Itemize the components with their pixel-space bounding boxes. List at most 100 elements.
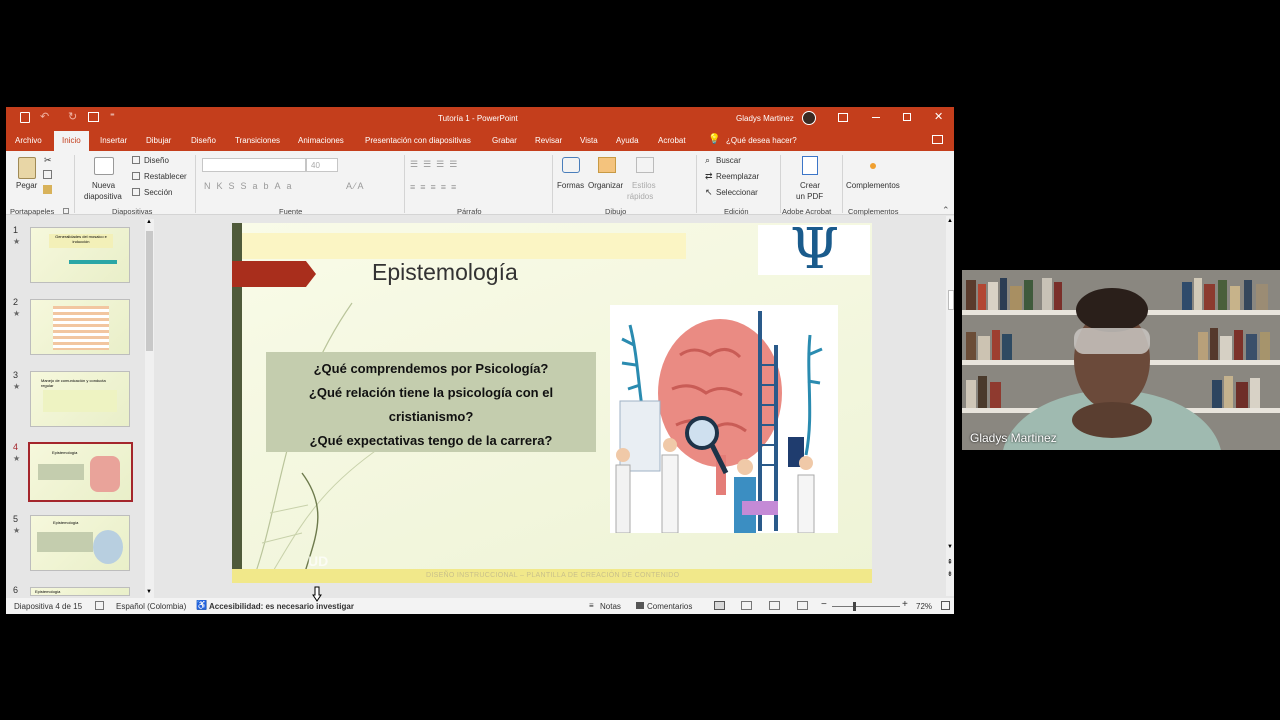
save-icon[interactable] <box>20 112 30 123</box>
create-pdf-label-2[interactable]: un PDF <box>796 192 823 201</box>
tab-diseno[interactable]: Diseño <box>191 136 216 145</box>
tab-insertar[interactable]: Insertar <box>100 136 127 145</box>
addins-icon[interactable] <box>870 163 876 169</box>
tab-vista[interactable]: Vista <box>580 136 598 145</box>
create-pdf-label-1[interactable]: Crear <box>800 181 820 190</box>
reset-button[interactable]: Restablecer <box>144 172 187 181</box>
tab-transiciones[interactable]: Transiciones <box>235 136 280 145</box>
quick-styles-label-1[interactable]: Estilos <box>632 181 656 190</box>
group-fuente: Fuente <box>279 207 303 216</box>
format-painter-icon[interactable] <box>43 185 52 194</box>
slide-thumbnail[interactable]: Epistemología <box>30 587 130 596</box>
zoom-slider-thumb[interactable] <box>853 602 856 611</box>
paste-button[interactable]: Pegar <box>16 181 37 190</box>
customize-qat-icon[interactable]: ⁼ <box>110 111 115 122</box>
replace-button[interactable]: Reemplazar <box>716 172 759 181</box>
scroll-up-icon[interactable]: ▲ <box>947 218 953 224</box>
align-icons[interactable]: ≡≡≡≡≡ <box>410 182 461 192</box>
ribbon-display-icon[interactable] <box>838 113 848 122</box>
quick-styles-icon[interactable] <box>636 157 654 173</box>
section-button[interactable]: Sección <box>144 188 172 197</box>
arrange-icon[interactable] <box>598 157 616 173</box>
close-icon[interactable]: ✕ <box>934 110 943 123</box>
slideshow-icon[interactable] <box>797 601 808 610</box>
new-slide-icon[interactable] <box>94 157 114 175</box>
new-slide-label-2[interactable]: diapositiva <box>84 192 122 201</box>
scroll-thumb[interactable] <box>146 231 153 351</box>
group-parrafo: Párrafo <box>457 207 482 216</box>
select-button[interactable]: Seleccionar <box>716 188 758 197</box>
animation-star-icon: ★ <box>13 237 21 246</box>
font-size-field[interactable]: 40 <box>306 158 338 172</box>
fit-slide-icon[interactable] <box>941 601 950 610</box>
participant-video-tile[interactable]: Gladys Martinez <box>962 270 1280 450</box>
avatar[interactable] <box>802 111 816 125</box>
slide-thumbnail[interactable] <box>30 299 130 355</box>
tab-grabar[interactable]: Grabar <box>492 136 517 145</box>
slide-canvas[interactable]: Epistemología Ψ ¿Qué comprendemos por Ps… <box>232 223 872 583</box>
zoom-out-icon[interactable]: − <box>821 599 827 610</box>
undo-icon[interactable]: ↶ <box>40 110 49 123</box>
scroll-thumb[interactable] <box>948 290 954 310</box>
tab-dibujar[interactable]: Dibujar <box>146 136 171 145</box>
redo-icon[interactable]: ↻ <box>68 110 77 123</box>
thumbnails-scrollbar[interactable]: ▲ ▼ <box>145 219 154 599</box>
tab-presentacion[interactable]: Presentación con diapositivas <box>365 136 471 145</box>
slide-sorter-icon[interactable] <box>741 601 752 610</box>
zoom-level[interactable]: 72% <box>916 602 932 611</box>
comments-button[interactable]: Comentarios <box>647 602 692 611</box>
zoom-in-icon[interactable]: + <box>902 599 908 610</box>
scroll-up-icon[interactable]: ▲ <box>146 219 152 225</box>
arrange-button[interactable]: Organizar <box>588 181 623 190</box>
minimize-icon[interactable] <box>872 117 880 118</box>
font-format-icons[interactable]: NKSSabAa <box>204 181 298 191</box>
create-pdf-icon[interactable] <box>802 156 818 175</box>
accessibility-status[interactable]: Accesibilidad: es necesario investigar <box>209 602 354 611</box>
language-indicator[interactable]: Español (Colombia) <box>116 602 186 611</box>
tab-inicio[interactable]: Inicio <box>54 131 89 151</box>
user-name[interactable]: Gladys Martinez <box>736 114 794 123</box>
shapes-icon[interactable] <box>562 157 580 173</box>
tab-revisar[interactable]: Revisar <box>535 136 562 145</box>
present-icon[interactable] <box>88 112 99 122</box>
find-button[interactable]: Buscar <box>716 156 741 165</box>
slide-thumbnail[interactable]: Manejo de comunicación y conducta regula… <box>30 371 130 427</box>
list-icons[interactable]: ☰☰☰☰ <box>410 159 462 170</box>
addins-button[interactable]: Complementos <box>846 181 900 190</box>
comments-icon[interactable] <box>932 135 943 144</box>
slide-thumbnail-selected[interactable]: Epistemología <box>28 442 133 502</box>
collapse-ribbon-icon[interactable]: ⌃ <box>942 205 950 216</box>
scroll-down-icon[interactable]: ▼ <box>146 589 152 595</box>
tab-ayuda[interactable]: Ayuda <box>616 136 639 145</box>
slide-vertical-scrollbar[interactable]: ▲ ▼ ⇞ ⇟ <box>946 216 954 596</box>
slide-counter[interactable]: Diapositiva 4 de 15 <box>14 602 82 611</box>
brain-illustration[interactable] <box>610 305 838 533</box>
next-slide-icon[interactable]: ⇟ <box>947 570 953 578</box>
notes-button[interactable]: Notas <box>600 602 621 611</box>
scroll-down-icon[interactable]: ▼ <box>947 544 953 550</box>
zoom-slider[interactable] <box>832 606 900 607</box>
slide-thumbnail[interactable]: Generalidades del mosaico e inducción <box>30 227 130 283</box>
layout-button[interactable]: Diseño <box>144 156 169 165</box>
quick-styles-label-2[interactable]: rápidos <box>627 192 653 201</box>
thumb-title: Epistemología <box>52 450 78 455</box>
slide-thumbnail[interactable]: Epistemología <box>30 515 130 571</box>
paste-icon[interactable] <box>18 157 36 179</box>
spelling-icon[interactable] <box>95 601 104 610</box>
normal-view-icon[interactable] <box>714 601 725 610</box>
previous-slide-icon[interactable]: ⇞ <box>947 558 953 566</box>
font-color-icons[interactable]: A ⁄ A <box>346 181 364 191</box>
cut-icon[interactable]: ✂ <box>44 155 52 166</box>
shapes-button[interactable]: Formas <box>557 181 584 190</box>
font-name-field[interactable] <box>202 158 306 172</box>
tell-me-search[interactable]: ¿Qué desea hacer? <box>726 136 797 145</box>
dialog-launcher-icon[interactable] <box>63 208 69 214</box>
copy-icon[interactable] <box>43 170 52 179</box>
reading-view-icon[interactable] <box>769 601 780 610</box>
tab-animaciones[interactable]: Animaciones <box>298 136 344 145</box>
tab-archivo[interactable]: Archivo <box>15 136 42 145</box>
tab-acrobat[interactable]: Acrobat <box>658 136 686 145</box>
restore-icon[interactable] <box>903 113 911 121</box>
new-slide-label-1[interactable]: Nueva <box>92 181 115 190</box>
slide-title[interactable]: Epistemología <box>372 259 518 286</box>
